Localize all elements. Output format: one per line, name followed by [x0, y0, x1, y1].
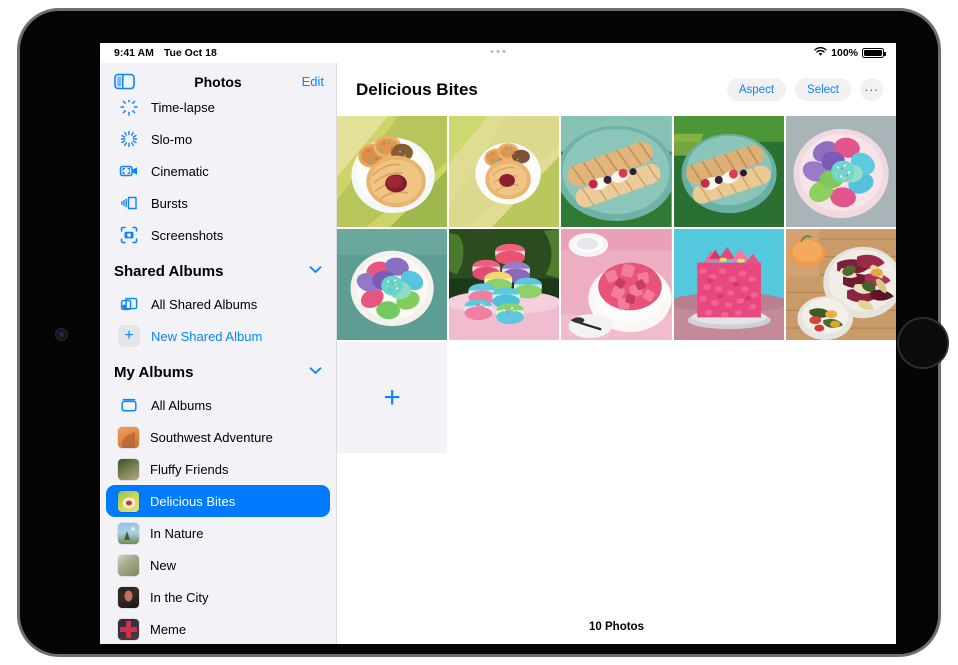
ipad-device-frame: 9:41 AM Tue Oct 18 100% Photos Edit Time…	[17, 8, 949, 657]
status-bar-right: 100%	[814, 46, 886, 60]
rear-camera-icon	[897, 317, 949, 369]
sidebar-item-delicious-bites[interactable]: Delicious Bites	[106, 485, 330, 517]
photo-thumbnail[interactable]	[785, 229, 896, 340]
photo-grid: +	[337, 116, 896, 453]
sidebar-item-new-shared-album[interactable]: + New Shared Album	[106, 320, 330, 352]
photo-thumbnail[interactable]	[561, 116, 672, 227]
sidebar-item-label: New Shared Album	[151, 328, 263, 344]
slo-mo-icon	[118, 128, 140, 150]
status-date: Tue Oct 18	[163, 47, 217, 59]
photo-thumbnail[interactable]	[673, 116, 784, 227]
ellipsis-icon[interactable]: ···	[860, 78, 883, 101]
album-thumbnail	[118, 522, 139, 544]
cinematic-icon	[118, 160, 140, 182]
select-button[interactable]: Select	[795, 78, 851, 101]
photo-thumbnail[interactable]	[449, 116, 560, 227]
camera-lens	[59, 332, 64, 337]
ipad-screen: 9:41 AM Tue Oct 18 100% Photos Edit Time…	[100, 43, 896, 644]
sidebar-item-label: All Shared Albums	[151, 296, 258, 312]
photo-thumbnail[interactable]	[561, 229, 672, 340]
grid-empty-space	[337, 453, 896, 610]
sidebar-item-label: Southwest Adventure	[150, 429, 273, 445]
page-title: Delicious Bites	[356, 79, 478, 99]
photo-thumbnail[interactable]	[337, 229, 448, 340]
sidebar-item-meme[interactable]: Meme	[106, 613, 330, 644]
detail-pane: Delicious Bites Aspect Select ··· + 10 P…	[337, 63, 896, 644]
aspect-button[interactable]: Aspect	[726, 78, 787, 101]
sidebar-item-southwest-adventure[interactable]: Southwest Adventure	[106, 421, 330, 453]
section-header-shared-albums[interactable]: Shared Albums	[100, 254, 336, 288]
front-camera-icon	[56, 329, 67, 340]
plus-icon: +	[118, 325, 140, 347]
sidebar-item-label: Meme	[150, 621, 187, 637]
bursts-icon	[118, 192, 140, 214]
wifi-icon	[814, 46, 827, 60]
battery-icon	[862, 48, 886, 58]
app-body: Photos Edit Time-lapse Slo-mo Cinematic …	[100, 63, 896, 644]
sidebar-item-time-lapse[interactable]: Time-lapse	[106, 100, 330, 123]
sidebar-item-slo-mo[interactable]: Slo-mo	[106, 123, 330, 155]
sidebar-item-label: Time-lapse	[151, 100, 215, 115]
sidebar-item-label: Fluffy Friends	[150, 461, 229, 477]
section-header-my-albums[interactable]: My Albums	[100, 355, 336, 389]
sidebar-item-fluffy-friends[interactable]: Fluffy Friends	[106, 453, 330, 485]
sidebar-header: Photos Edit	[100, 63, 336, 100]
handle-dot	[496, 50, 500, 53]
photo-thumbnail[interactable]	[673, 229, 784, 340]
all-albums-icon	[118, 394, 140, 416]
plus-icon: +	[383, 380, 401, 414]
screenshots-icon	[118, 224, 140, 246]
album-thumbnail	[118, 554, 139, 576]
multitask-handle-icon[interactable]	[490, 50, 506, 53]
toolbar-actions: Aspect Select ···	[726, 78, 883, 101]
sidebar-toggle-icon[interactable]	[114, 73, 135, 90]
handle-dot	[502, 50, 506, 53]
status-bar-left: 9:41 AM Tue Oct 18	[114, 47, 217, 59]
sidebar-item-in-nature[interactable]: In Nature	[106, 517, 330, 549]
sidebar-item-all-albums[interactable]: All Albums	[106, 389, 330, 421]
sidebar-item-all-shared-albums[interactable]: All Shared Albums	[106, 288, 330, 320]
album-thumbnail	[118, 426, 139, 448]
photo-count-status: 10 Photos	[337, 610, 896, 644]
sidebar-item-label: Cinematic	[151, 163, 209, 179]
album-thumbnail	[118, 490, 139, 512]
sidebar-item-label: Delicious Bites	[150, 493, 236, 509]
sidebar-item-label: Screenshots	[151, 227, 224, 243]
photo-thumbnail[interactable]	[337, 116, 448, 227]
shared-albums-icon	[118, 293, 140, 315]
detail-toolbar: Delicious Bites Aspect Select ···	[337, 63, 896, 116]
add-photos-button[interactable]: +	[337, 342, 448, 453]
sidebar: Photos Edit Time-lapse Slo-mo Cinematic …	[100, 63, 337, 644]
album-thumbnail	[118, 458, 139, 480]
album-thumbnail	[118, 586, 139, 608]
sidebar-item-label: In Nature	[150, 525, 204, 541]
status-bar: 9:41 AM Tue Oct 18 100%	[100, 43, 896, 63]
chevron-down-icon[interactable]	[309, 265, 322, 277]
battery-percent-label: 100%	[831, 47, 858, 59]
sidebar-edit-button[interactable]: Edit	[302, 74, 324, 89]
sidebar-item-label: Bursts	[151, 195, 188, 211]
time-lapse-icon	[118, 100, 140, 118]
handle-dot	[490, 50, 494, 53]
sidebar-item-label: New	[150, 557, 177, 573]
photo-thumbnail[interactable]	[449, 229, 560, 340]
section-title: Shared Albums	[114, 262, 224, 280]
sidebar-item-label: In the City	[150, 589, 209, 605]
sidebar-item-in-the-city[interactable]: In the City	[106, 581, 330, 613]
sidebar-title: Photos	[194, 73, 242, 90]
status-time: 9:41 AM	[114, 47, 154, 59]
sidebar-scroll-area[interactable]: Time-lapse Slo-mo Cinematic Bursts Scree…	[100, 100, 336, 644]
battery-fill	[864, 50, 882, 56]
album-thumbnail	[118, 618, 139, 640]
photo-thumbnail[interactable]	[785, 116, 896, 227]
chevron-down-icon[interactable]	[309, 366, 322, 378]
sidebar-item-new[interactable]: New	[106, 549, 330, 581]
sidebar-item-screenshots[interactable]: Screenshots	[106, 219, 330, 251]
section-title: My Albums	[114, 363, 194, 381]
sidebar-item-label: All Albums	[151, 397, 212, 413]
sidebar-item-cinematic[interactable]: Cinematic	[106, 155, 330, 187]
sidebar-item-bursts[interactable]: Bursts	[106, 187, 330, 219]
sidebar-item-label: Slo-mo	[151, 131, 193, 147]
